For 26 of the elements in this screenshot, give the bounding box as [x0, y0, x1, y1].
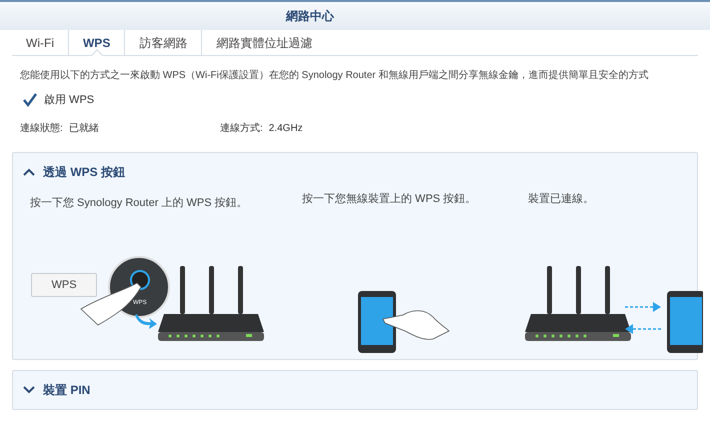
tab[interactable]: WPS — [68, 30, 126, 55]
arrows-drawing — [625, 302, 661, 334]
tab[interactable]: 網路實體位址過濾 — [202, 30, 326, 55]
description-text: 您能使用以下的方式之一來啟動 WPS（Wi-Fi保護設置）在您的 Synology Router 和無線用戶端之間分享無線金鑰，進而提供簡單且安全的方式 — [20, 68, 650, 83]
phone-icon — [358, 291, 396, 353]
phone-icon — [667, 291, 703, 353]
status-label: 連線狀態: — [20, 122, 63, 136]
router-icon — [158, 266, 264, 341]
status-value: 2.4GHz — [268, 122, 303, 136]
status-label: 連線方式: — [220, 122, 263, 136]
step-text: 按一下您 Synology Router 上的 WPS 按鈕。 — [30, 196, 249, 210]
tab[interactable]: 訪客網路 — [125, 30, 202, 55]
step-text: 按一下您無線裝置上的 WPS 按鈕。 — [302, 192, 478, 206]
chevron-icon[interactable] — [23, 386, 35, 394]
status-value: 已就緒 — [68, 122, 99, 136]
window-title: 網路中心 — [286, 8, 334, 25]
router-icon — [525, 266, 631, 341]
chevron-icon[interactable] — [23, 168, 35, 176]
section-title[interactable]: 裝置 PIN — [43, 381, 90, 399]
tab[interactable]: Wi-Fi — [12, 30, 69, 55]
wps-button[interactable]: WPS — [31, 273, 97, 297]
checkbox[interactable] — [22, 92, 38, 108]
step-text: 裝置已連線。 — [528, 192, 594, 206]
section-title[interactable]: 透過 WPS 按鈕 — [43, 162, 126, 180]
checkbox-label: 啟用 WPS — [44, 93, 94, 108]
arrow-icon — [135, 314, 157, 329]
